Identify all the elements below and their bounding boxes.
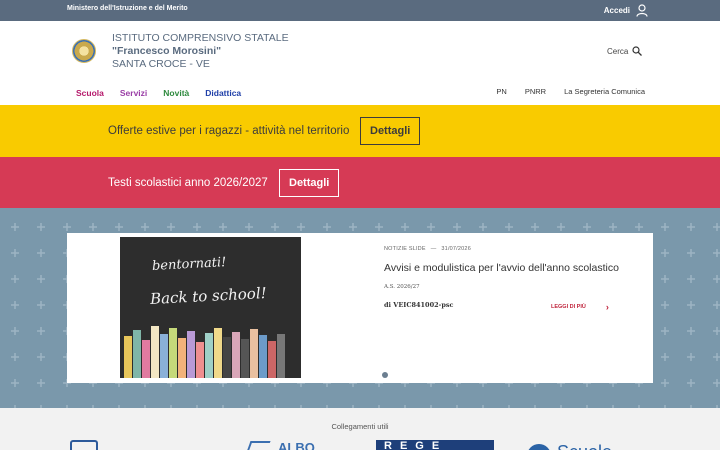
scuole-text: Scuole (557, 442, 612, 450)
main-nav: Scuola Servizi Novità Didattica (76, 88, 241, 98)
nav-item-didattica[interactable]: Didattica (205, 88, 241, 98)
image-text-2: Back to school! (149, 283, 268, 309)
nav-item-servizi[interactable]: Servizi (120, 88, 147, 98)
school-line1: ISTITUTO COMPRENSIVO STATALE (112, 32, 289, 44)
search-label: Cerca (607, 46, 629, 56)
banner-text: Offerte estive per i ragazzi - attività … (108, 125, 350, 137)
school-name: "Francesco Morosini" (112, 45, 222, 57)
site-header: ISTITUTO COMPRENSIVO STATALE "Francesco … (0, 21, 720, 105)
secondary-nav: PN PNRR La Segreteria Comunica (496, 87, 645, 96)
link-logo-scuole[interactable]: Scuole (527, 440, 612, 450)
slide-author: di VEIC841002-psc (384, 301, 454, 309)
slide-category[interactable]: NOTIZIE SLIDE (384, 246, 426, 252)
read-more-label: LEGGI DI PIÙ (551, 304, 586, 310)
slide-subtitle: A.S. 2026/27 (384, 284, 420, 290)
news-slide[interactable]: bentornati! Back to school! NOTIZIE SLID… (67, 233, 653, 383)
details-button[interactable]: Dettagli (360, 117, 421, 145)
sublink-pnrr[interactable]: PNRR (525, 87, 546, 96)
school-logo[interactable] (72, 39, 96, 63)
slide-title[interactable]: Avvisi e modulistica per l'avvio dell'an… (384, 262, 619, 274)
scuole-icon (527, 444, 551, 450)
slide-date: 31/07/2026 (441, 246, 471, 252)
arrow-right-icon: › (605, 302, 609, 312)
details-button[interactable]: Dettagli (279, 168, 340, 197)
pencils-illustration (120, 323, 301, 378)
image-text-1: bentornati! (151, 255, 227, 274)
search-button[interactable]: Cerca (607, 46, 643, 56)
albo-icon (245, 440, 271, 450)
top-bar: Ministero dell'Istruzione e del Merito A… (0, 0, 720, 21)
nav-item-novita[interactable]: Novità (163, 88, 189, 98)
login-label: Accedi (603, 6, 630, 15)
slide-image[interactable]: bentornati! Back to school! (120, 237, 301, 378)
banner-text: Testi scolastici anno 2026/2027 (108, 176, 268, 189)
login-button[interactable]: Accedi (604, 4, 648, 17)
link-logo-1[interactable] (70, 440, 98, 450)
banner-offerte: Offerte estive per i ragazzi - attività … (0, 105, 720, 157)
meta-separator: — (430, 246, 437, 252)
sublink-pn[interactable]: PN (496, 87, 506, 96)
ministry-link[interactable]: Ministero dell'Istruzione e del Merito (67, 5, 188, 12)
search-icon (632, 46, 643, 56)
read-more-link[interactable]: LEGGI DI PIÙ › (551, 302, 609, 312)
useful-links-title: Collegamenti utili (331, 422, 389, 431)
albo-text: ALBO (278, 440, 315, 450)
nav-item-scuola[interactable]: Scuola (76, 88, 104, 98)
school-place: SANTA CROCE - VE (112, 58, 210, 70)
slide-meta: NOTIZIE SLIDE — 31/07/2026 (384, 246, 471, 252)
sublink-segreteria[interactable]: La Segreteria Comunica (564, 87, 645, 96)
school-title[interactable]: ISTITUTO COMPRENSIVO STATALE "Francesco … (112, 32, 289, 71)
useful-links: Collegamenti utili ALBO REGE Scuole (0, 408, 720, 450)
link-logo-rege[interactable]: REGE (376, 440, 494, 450)
link-logo-albo[interactable]: ALBO (245, 440, 315, 450)
user-icon (636, 4, 648, 17)
banner-testi: Testi scolastici anno 2026/2027 Dettagli (0, 157, 720, 208)
carousel-dot[interactable] (382, 372, 388, 378)
